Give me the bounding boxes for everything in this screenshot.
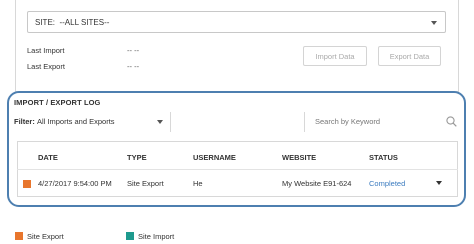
last-import-label: Last Import [27,46,65,55]
type-color-swatch [23,180,31,188]
row-date: 4/27/2017 9:54:00 PM [38,179,112,188]
header-divider [17,169,458,170]
import-data-button[interactable]: Import Data [303,46,367,66]
last-export-value: -- -- [127,62,140,71]
legend-site-import: Site Import [138,232,175,241]
last-export-label: Last Export [27,62,65,71]
site-select[interactable]: SITE: --ALL SITES-- [27,11,446,33]
col-header-date[interactable]: DATE [38,153,58,162]
col-header-website[interactable]: WEBSITE [282,153,316,162]
col-header-type[interactable]: TYPE [127,153,147,162]
expand-row-chevron-icon[interactable] [436,181,442,185]
col-header-status[interactable]: STATUS [369,153,398,162]
row-username: He [193,179,203,188]
row-status-link[interactable]: Completed [369,179,405,188]
chevron-down-icon [157,120,163,124]
col-header-username[interactable]: USERNAME [193,153,236,162]
row-website: My Website E91-624 [282,179,352,188]
legend-swatch-import [126,232,134,240]
filter-label: Filter: [14,117,35,126]
chevron-down-icon [431,21,437,25]
legend-swatch-export [15,232,23,240]
row-type: Site Export [127,179,164,188]
legend-site-export: Site Export [27,232,64,241]
site-select-text: SITE: --ALL SITES-- [35,18,110,27]
divider [170,112,171,132]
last-import-value: -- -- [127,46,140,55]
divider [304,112,305,132]
export-data-button[interactable]: Export Data [378,46,441,66]
search-icon[interactable] [446,116,457,127]
filter-select[interactable]: All Imports and Exports [37,117,115,126]
search-input[interactable]: Search by Keyword [315,117,380,126]
log-title: IMPORT / EXPORT LOG [14,98,101,107]
